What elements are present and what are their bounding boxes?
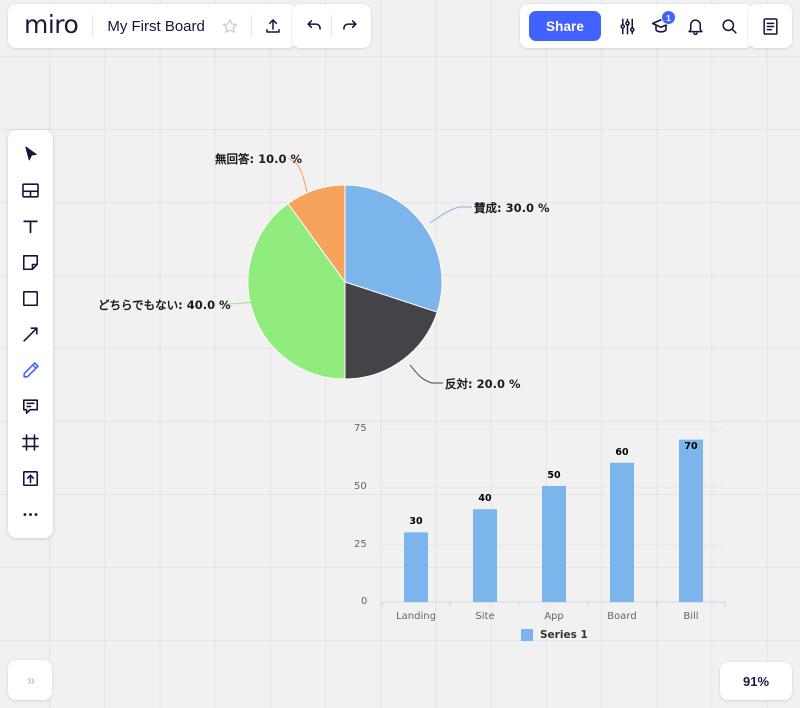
bar-4	[679, 439, 703, 602]
bar-3	[610, 462, 634, 602]
y-tick-label-0: 0	[361, 596, 368, 607]
collapse-panel-button[interactable]: »	[8, 660, 52, 700]
search-icon[interactable]	[712, 9, 746, 43]
cursor-tool[interactable]	[13, 136, 49, 172]
pie-chart[interactable]: 賛成: 30.0 % 反対: 20.0 % どちらでもない: 40.0 % 無回…	[60, 130, 560, 420]
x-category-label-1: Site	[475, 611, 495, 622]
miro-logo[interactable]: miro	[8, 12, 92, 37]
x-category-label-2: App	[544, 611, 564, 622]
header-divider-2	[250, 15, 252, 37]
comment-tool[interactable]	[13, 388, 49, 424]
notes-panel-button[interactable]	[748, 4, 792, 48]
graduation-cap-icon[interactable]: 1	[644, 9, 678, 43]
pie-label-2: どちらでもない: 40.0 %	[98, 298, 231, 312]
board-title[interactable]: My First Board	[93, 18, 213, 35]
legend-label-series-1: Series 1	[540, 629, 588, 641]
share-button[interactable]: Share	[529, 11, 602, 41]
pie-label-3: 無回答: 10.0 %	[215, 152, 303, 166]
pie-label-0: 賛成: 30.0 %	[474, 201, 550, 215]
y-tick-label-75: 75	[354, 423, 367, 434]
undo-icon[interactable]	[297, 9, 331, 43]
connector-tool[interactable]	[13, 316, 49, 352]
bar-0	[404, 532, 428, 602]
bar-1	[473, 509, 497, 602]
y-tick-label-25: 25	[354, 539, 367, 550]
star-icon[interactable]	[213, 9, 247, 43]
header-left-group: miro My First Board	[8, 4, 296, 48]
zoom-level-indicator[interactable]: 91%	[720, 662, 792, 700]
pie-leader-1	[409, 364, 443, 384]
pie-leader-0	[429, 206, 472, 224]
upload-box-tool[interactable]	[13, 460, 49, 496]
bell-icon[interactable]	[678, 9, 712, 43]
redo-icon[interactable]	[332, 9, 366, 43]
y-tick-label-50: 50	[354, 481, 367, 492]
learning-badge: 1	[661, 10, 677, 25]
notes-panel-icon[interactable]	[753, 9, 787, 43]
header-right-group: Share 1	[520, 4, 754, 48]
bar-value-label-3: 60	[615, 447, 629, 458]
sliders-icon[interactable]	[610, 9, 644, 43]
bar-value-label-2: 50	[547, 470, 561, 481]
pen-tool[interactable]	[13, 352, 49, 388]
text-tool[interactable]	[13, 208, 49, 244]
bar-value-label-0: 30	[409, 516, 423, 527]
bar-value-label-4: 70	[684, 441, 698, 452]
x-category-label-3: Board	[607, 611, 637, 622]
x-category-label-4: Bill	[683, 611, 699, 622]
left-toolbar	[8, 130, 53, 538]
more-tools-icon[interactable]	[13, 496, 49, 532]
bar-2	[542, 486, 566, 602]
bar-chart-legend[interactable]: Series 1	[521, 629, 588, 641]
legend-swatch-series-1	[521, 629, 533, 641]
bar-value-label-1: 40	[478, 493, 492, 504]
x-category-label-0: Landing	[396, 611, 436, 622]
templates-tool[interactable]	[13, 172, 49, 208]
header-history-group	[292, 4, 371, 48]
sticky-note-tool[interactable]	[13, 244, 49, 280]
shape-tool[interactable]	[13, 280, 49, 316]
bar-chart[interactable]: 75 50 25 0 Landing Site App Board Bill 3…	[345, 415, 745, 655]
pie-label-1: 反対: 20.0 %	[445, 377, 521, 391]
upload-icon[interactable]	[256, 9, 290, 43]
frame-tool[interactable]	[13, 424, 49, 460]
